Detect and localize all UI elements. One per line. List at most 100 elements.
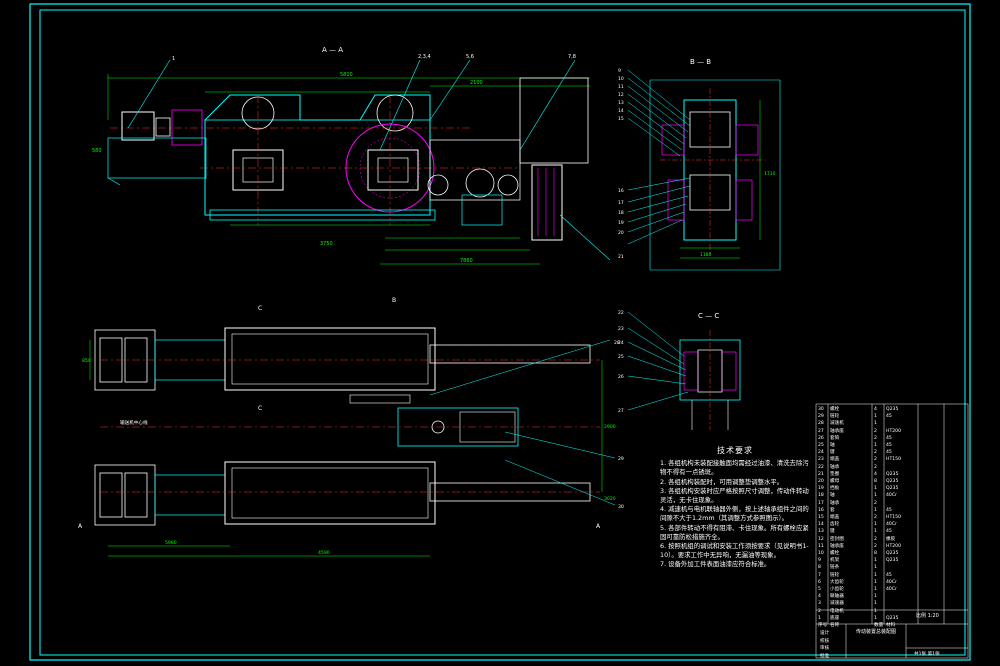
- parts-cell: 27: [818, 428, 824, 434]
- callout-19: 19: [618, 220, 624, 226]
- parts-row: 3 减速器 1: [816, 600, 968, 607]
- marker-c-bottom: C: [258, 405, 262, 412]
- parts-row: 13 键 1 45: [816, 528, 968, 535]
- parts-row: 12 密封圈 2 橡胶: [816, 536, 968, 543]
- note-item-3: 3. 各组机构安装时应严格按照尺寸调整，传动件转动灵活，无卡住现象。: [660, 486, 809, 505]
- sig-approve: 批准: [820, 653, 830, 659]
- note-item-1: 1. 各组机构未装配接触面均需经过油漆、清洗去除污物不得有一点锈斑。: [660, 459, 809, 477]
- parts-cell: 名称: [830, 623, 840, 628]
- callout-23: 23: [618, 326, 624, 332]
- parts-row: 5 小齿轮 1 40Cr: [816, 586, 968, 593]
- parts-cell: 1: [874, 572, 877, 578]
- parts-cell: 联轴器: [830, 594, 844, 600]
- parts-cell: 键: [830, 529, 835, 535]
- parts-cell: 链条: [830, 565, 840, 571]
- callout-17: 17: [618, 200, 624, 206]
- callout-10: 10: [618, 76, 624, 82]
- parts-cell: Q235: [886, 471, 899, 477]
- parts-cell: 22: [818, 464, 824, 470]
- parts-cell: 齿轮: [830, 522, 840, 528]
- parts-row: 11 轴承座 2 HT200: [816, 543, 968, 550]
- callout-1: 1: [172, 56, 175, 62]
- parts-cell: 13: [818, 529, 824, 535]
- dim-plan-height: 2900: [604, 424, 616, 430]
- parts-row: 23 端盖 2 HT150: [816, 456, 968, 463]
- parts-cell: 8: [818, 565, 821, 571]
- note-item-2: 2. 各组机构装配时，可用调整垫调整水平。: [660, 477, 784, 486]
- parts-cell: 24: [818, 450, 824, 456]
- parts-cell: 1: [874, 443, 877, 448]
- callout-12: 12: [618, 92, 624, 98]
- parts-row: 1 底座 1 Q235: [816, 615, 968, 622]
- parts-cell: 14: [818, 522, 824, 528]
- parts-cell: 6: [818, 579, 821, 585]
- parts-cell: 1: [874, 601, 877, 607]
- parts-cell: 2: [818, 608, 821, 614]
- callout-18: 18: [618, 210, 624, 216]
- sig-design: 设计: [820, 631, 830, 636]
- parts-cell: 端盖: [830, 457, 840, 463]
- callout-5-6: 5,6: [466, 54, 474, 60]
- parts-cell: 8: [874, 479, 877, 484]
- parts-cell: 29: [818, 414, 824, 420]
- parts-cell: 2: [874, 428, 877, 434]
- parts-cell: 端盖: [830, 515, 840, 520]
- callout-25: 25: [618, 354, 624, 360]
- parts-cell: Q235: [886, 407, 899, 412]
- parts-cell: 1: [874, 565, 877, 571]
- sig-check: 校核: [820, 638, 830, 644]
- parts-cell: 螺栓: [830, 407, 840, 412]
- centerline-note: 输送机中心线: [120, 419, 148, 426]
- parts-row: 26 套筒 2 45: [816, 435, 968, 442]
- parts-row: 19 挡板 1 Q235: [816, 485, 968, 492]
- callout-20: 20: [618, 230, 624, 236]
- marker-a-left: A: [78, 523, 83, 530]
- callout-9: 9: [618, 68, 621, 74]
- parts-row: 4 联轴器 1: [816, 593, 968, 600]
- parts-cell: 45: [886, 443, 892, 448]
- parts-cell: 1: [818, 615, 821, 621]
- parts-cell: 1: [874, 587, 877, 592]
- parts-cell: 链轮: [830, 572, 840, 578]
- parts-cell: Q235: [886, 558, 899, 564]
- parts-cell: 40Cr: [886, 587, 897, 592]
- parts-cell: 螺栓: [830, 551, 840, 556]
- drawing-name: 传动装置总装配图: [855, 629, 896, 635]
- parts-cell: 键: [830, 450, 835, 456]
- parts-cell: 套: [830, 507, 835, 513]
- parts-cell: 链轮: [830, 414, 840, 420]
- parts-cell: 40Cr: [886, 579, 897, 585]
- parts-row: 22 轴承 2: [816, 464, 968, 471]
- parts-cell: 轴承: [830, 500, 840, 506]
- section-b-label: B — B: [690, 58, 711, 66]
- parts-cell: 45: [886, 435, 892, 441]
- parts-cell: 16: [818, 507, 824, 513]
- parts-cell: 2: [874, 515, 877, 520]
- dim-right: 2100: [470, 80, 483, 86]
- dim-plan-left: 850: [82, 358, 91, 364]
- parts-cell: 21: [818, 471, 824, 477]
- parts-cell: 28: [818, 421, 824, 427]
- parts-cell: 减速器: [830, 601, 844, 607]
- parts-cell: 1: [874, 507, 877, 513]
- parts-cell: 轴承座: [830, 428, 844, 434]
- parts-cell: 轴: [830, 443, 835, 448]
- parts-cell: 1: [874, 579, 877, 585]
- dim-plan-length: 5980: [165, 540, 177, 546]
- parts-cell: 18: [818, 493, 824, 499]
- parts-cell: 11: [818, 543, 824, 549]
- callout-30: 30: [618, 504, 624, 510]
- parts-row: 28 减速机 1: [816, 420, 968, 427]
- parts-row: 2 电动机 1: [816, 608, 968, 615]
- parts-cell: 30: [818, 407, 824, 412]
- section-c-view: C — C 22 23 24 25 26 27: [618, 310, 741, 430]
- parts-row: 21 垫圈 4 Q235: [816, 471, 968, 478]
- parts-cell: 45: [886, 529, 892, 535]
- parts-cell: 15: [818, 515, 824, 520]
- parts-cell: 套筒: [830, 435, 840, 441]
- dim-left-height: 580: [92, 148, 102, 154]
- parts-cell: 电动机: [830, 608, 844, 614]
- signature-labels: 设计 校核 审核 批准: [820, 630, 829, 660]
- scale-label: 比例 1:20: [916, 613, 939, 619]
- parts-cell: 2: [874, 536, 877, 542]
